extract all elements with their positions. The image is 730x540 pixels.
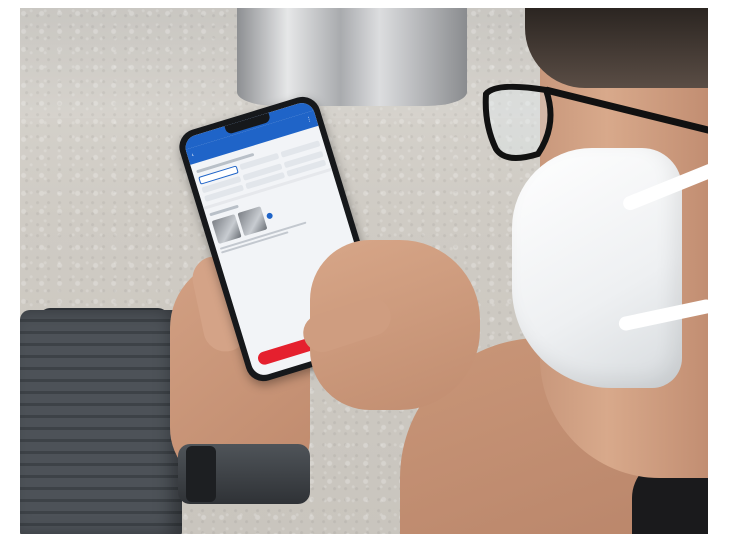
more-icon[interactable]: ⋮ [304,112,314,129]
uploaded-photo-thumbnail[interactable] [211,214,242,245]
add-photo-icon[interactable] [265,212,274,220]
eyeglasses [482,83,708,161]
wristwatch-face [186,446,216,502]
suitcase [20,310,182,534]
uploaded-photo-thumbnail[interactable] [237,206,268,237]
photo-frame: ‹ ⋮ [20,8,708,534]
chevron-left-icon[interactable]: ‹ [189,148,196,164]
metal-pillar [237,8,467,106]
